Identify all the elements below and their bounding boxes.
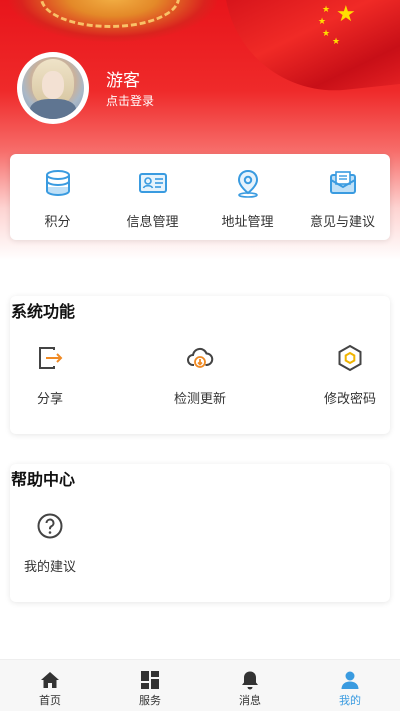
func-label: 修改密码 xyxy=(323,392,376,407)
quick-action-feedback[interactable]: 意见与建议 xyxy=(295,154,390,240)
func-label: 我的建议 xyxy=(23,560,76,575)
username: 游客 xyxy=(106,71,140,91)
flag-small-star-icon: ★ xyxy=(332,37,341,47)
tab-label: 我的 xyxy=(339,694,361,707)
database-icon xyxy=(45,170,70,197)
flag-small-star-icon: ★ xyxy=(322,5,331,15)
login-link[interactable]: 点击登录 xyxy=(106,92,154,109)
avatar-image xyxy=(22,57,84,119)
hexagon-nut-icon xyxy=(338,344,362,372)
tab-mine[interactable]: 我的 xyxy=(300,660,400,711)
flag-small-star-icon: ★ xyxy=(318,17,327,27)
id-card-icon xyxy=(138,173,167,193)
mail-icon xyxy=(329,171,356,194)
quick-action-info-management[interactable]: 信息管理 xyxy=(105,154,200,240)
bell-icon xyxy=(242,671,258,690)
tab-label: 服务 xyxy=(139,694,161,707)
quick-action-label: 积分 xyxy=(44,215,71,230)
tab-label: 消息 xyxy=(239,694,261,707)
cloud-download-icon xyxy=(187,347,214,368)
quick-actions-card: 积分 信息管理 地址管理 意见与建议 xyxy=(10,154,390,240)
tab-home[interactable]: 首页 xyxy=(0,660,100,711)
section-title-system-functions: 系统功能 xyxy=(11,302,76,321)
quick-action-label: 意见与建议 xyxy=(309,215,375,230)
grid-icon xyxy=(141,671,159,689)
bottom-tab-bar: 首页 服务 消息 我的 xyxy=(0,659,400,711)
section-title-help-center: 帮助中心 xyxy=(11,470,76,489)
quick-action-points[interactable]: 积分 xyxy=(10,154,105,240)
share-exit-icon xyxy=(39,347,63,369)
question-circle-icon xyxy=(37,513,63,539)
quick-action-address-management[interactable]: 地址管理 xyxy=(200,154,295,240)
flag-small-star-icon: ★ xyxy=(322,29,331,39)
tab-messages[interactable]: 消息 xyxy=(200,660,300,711)
location-pin-icon xyxy=(237,169,258,198)
tab-services[interactable]: 服务 xyxy=(100,660,200,711)
flag-big-star-icon: ★ xyxy=(336,2,356,27)
flag-decoration xyxy=(224,0,400,102)
home-icon xyxy=(41,672,59,688)
quick-action-label: 地址管理 xyxy=(221,215,274,230)
tab-label: 首页 xyxy=(39,694,61,707)
func-label: 检测更新 xyxy=(173,392,226,407)
avatar[interactable] xyxy=(17,52,89,124)
person-icon xyxy=(341,671,359,689)
quick-action-label: 信息管理 xyxy=(126,215,179,230)
func-label: 分享 xyxy=(36,392,63,407)
